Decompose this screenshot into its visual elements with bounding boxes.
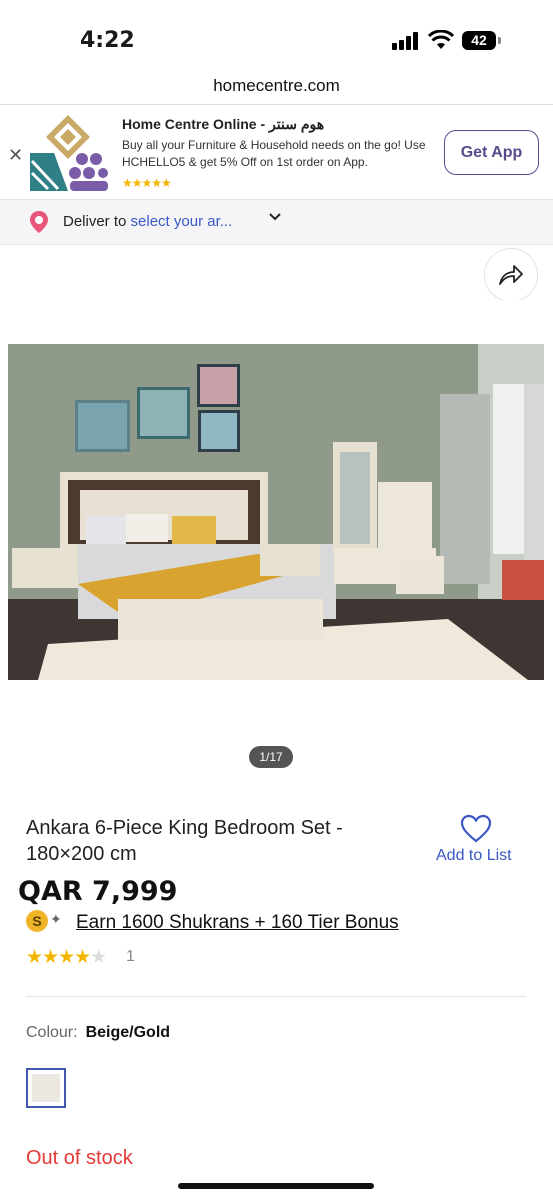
rating-stars-filled: ★★★★ (26, 947, 91, 968)
image-counter: 1/17 (249, 746, 293, 768)
add-to-list-button[interactable]: Add to List (436, 847, 512, 865)
banner-description: Buy all your Furniture & Household needs… (122, 138, 426, 169)
delivery-location-bar[interactable]: Deliver to select your ar... (0, 199, 553, 245)
deliver-to-prefix: Deliver to (63, 213, 127, 230)
banner-rating-stars: ★★★★★ (122, 176, 172, 190)
rating-count[interactable]: 1 (126, 948, 135, 966)
get-app-button[interactable]: Get App (444, 130, 539, 175)
deliver-to-label: Deliver to select your ar... (63, 213, 232, 230)
cellular-signal-icon (392, 32, 420, 50)
colour-swatch[interactable] (26, 1068, 66, 1108)
status-bar: 4:22 42 (0, 0, 553, 70)
share-button[interactable] (484, 248, 538, 302)
close-icon[interactable]: ✕ (8, 145, 23, 166)
product-image[interactable] (8, 344, 544, 680)
app-install-banner: ✕ Home Centre Online - هوم سنتر Buy all … (0, 105, 553, 199)
rating-stars: ★★★★★ (26, 946, 107, 969)
shukran-earn-link[interactable]: Earn 1600 Shukrans + 160 Tier Bonus (76, 912, 399, 934)
shukran-coin-icon: S (26, 910, 48, 932)
product-image-gallery[interactable]: 1/17 (0, 300, 553, 782)
rating-stars-empty: ★ (90, 947, 107, 968)
heart-icon[interactable] (459, 814, 493, 844)
divider (26, 996, 526, 997)
share-icon (499, 265, 523, 285)
colour-row: Colour: Beige/Gold (26, 1024, 170, 1042)
browser-url-bar[interactable]: homecentre.com (0, 70, 553, 105)
stock-status: Out of stock (26, 1147, 133, 1169)
select-area-link[interactable]: select your ar... (131, 213, 233, 230)
url-text: homecentre.com (213, 76, 340, 95)
sparkle-icon: ✦ (50, 911, 62, 927)
product-title: Ankara 6-Piece King Bedroom Set - 180×20… (26, 817, 343, 865)
home-centre-logo (30, 115, 108, 191)
colour-value: Beige/Gold (85, 1024, 171, 1041)
status-time: 4:22 (80, 28, 135, 53)
location-pin-icon (30, 211, 48, 233)
colour-label: Colour: (26, 1024, 78, 1041)
wifi-icon (428, 30, 454, 49)
battery-icon: 42 (462, 31, 496, 50)
swatch-thumbnail (32, 1074, 60, 1102)
chevron-down-icon[interactable] (268, 210, 282, 224)
battery-nub (498, 37, 501, 44)
banner-title: Home Centre Online - هوم سنتر (122, 116, 325, 132)
home-indicator (178, 1183, 374, 1189)
product-price: QAR 7,999 (18, 876, 178, 907)
